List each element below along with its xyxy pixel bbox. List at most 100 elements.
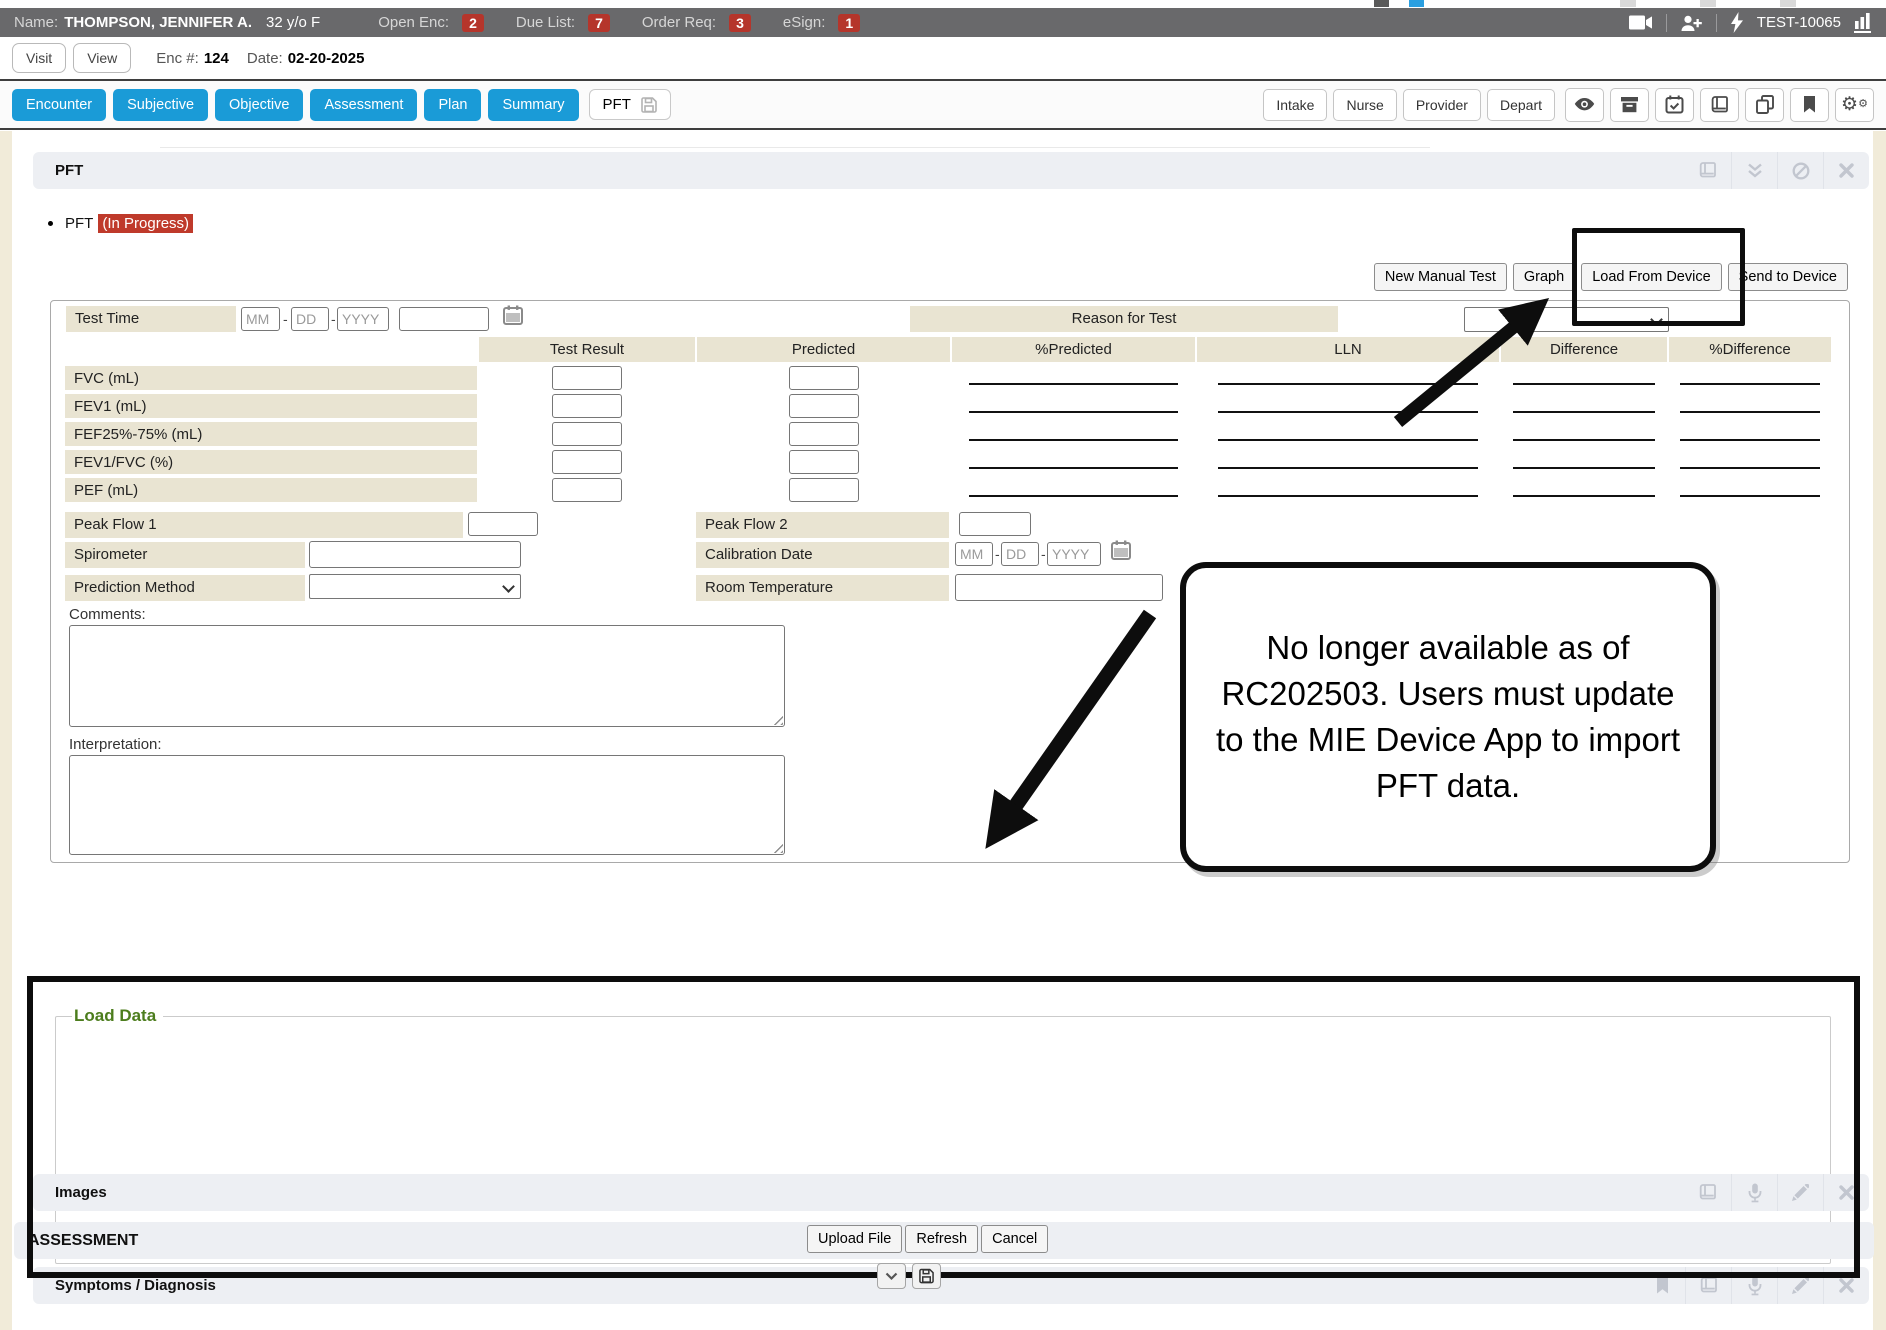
bookmark-icon[interactable] bbox=[1639, 1267, 1685, 1304]
graph-button[interactable]: Graph bbox=[1513, 263, 1575, 291]
interpretation-textarea[interactable] bbox=[70, 756, 784, 854]
gear-icon[interactable]: ⚙⚙ bbox=[1835, 88, 1874, 122]
peak-flow-1-input[interactable] bbox=[468, 512, 538, 536]
nav-tab-encounter[interactable]: Encounter bbox=[12, 89, 106, 121]
nav-tab-plan[interactable]: Plan bbox=[424, 89, 481, 121]
view-button[interactable]: View bbox=[73, 43, 131, 73]
lightning-icon[interactable] bbox=[1730, 12, 1744, 33]
test-time-dd-input[interactable] bbox=[291, 307, 329, 331]
enc-label: Enc #: bbox=[156, 50, 199, 67]
page-margin-left bbox=[0, 131, 12, 1330]
edit-pencil-icon[interactable] bbox=[1777, 1267, 1823, 1304]
nav-tab-summary[interactable]: Summary bbox=[488, 89, 578, 121]
bookmark-icon[interactable] bbox=[1790, 88, 1829, 122]
pft-table-header: Test ResultPredicted%PredictedLLNDiffere… bbox=[65, 337, 1831, 362]
prediction-method-select[interactable] bbox=[309, 574, 521, 599]
fev1-ml-percent-difference-line bbox=[1680, 411, 1819, 413]
fvc-ml-predicted-input[interactable] bbox=[789, 366, 859, 390]
microphone-icon[interactable] bbox=[1731, 1174, 1777, 1211]
spirometer-input[interactable] bbox=[309, 541, 521, 568]
fef25-75-ml-predicted-input[interactable] bbox=[789, 422, 859, 446]
fev1-ml-difference-line bbox=[1513, 411, 1656, 413]
column-header-predicted: Predicted bbox=[697, 337, 950, 362]
counter-badge[interactable]: 2 bbox=[462, 14, 484, 32]
journal-icon[interactable] bbox=[1685, 1267, 1731, 1304]
test-time-time-input[interactable] bbox=[399, 307, 489, 331]
patient-name: THOMPSON, JENNIFER A. bbox=[64, 14, 252, 31]
microphone-icon[interactable] bbox=[1731, 1267, 1777, 1304]
fev1-fvc-test-result-input[interactable] bbox=[552, 450, 622, 474]
calibration-yyyy-input[interactable] bbox=[1047, 542, 1101, 566]
calendar-icon[interactable] bbox=[1111, 540, 1131, 560]
person-add-icon[interactable] bbox=[1680, 14, 1703, 32]
fvc-ml-test-result-input[interactable] bbox=[552, 366, 622, 390]
counter-order-req: Order Req:3 bbox=[642, 14, 751, 32]
patient-age-sex: 32 y/o F bbox=[266, 14, 320, 31]
fev1-fvc-predicted-input[interactable] bbox=[789, 450, 859, 474]
cancel-button[interactable]: Cancel bbox=[981, 1225, 1048, 1253]
eye-icon[interactable] bbox=[1565, 88, 1604, 122]
pft-status-item[interactable]: PFT (In Progress) bbox=[48, 214, 193, 233]
edit-pencil-icon[interactable] bbox=[1777, 1174, 1823, 1211]
comments-label: Comments: bbox=[69, 606, 146, 623]
browser-tab-fragment bbox=[1374, 0, 1389, 7]
close-icon[interactable] bbox=[1823, 1267, 1869, 1304]
counter-badge[interactable]: 1 bbox=[838, 14, 860, 32]
disable-circle-icon[interactable] bbox=[1777, 152, 1823, 189]
save-icon[interactable] bbox=[641, 97, 657, 113]
pef-ml-test-result-input[interactable] bbox=[552, 478, 622, 502]
bar-chart-icon[interactable] bbox=[1854, 12, 1872, 33]
reason-for-test-label: Reason for Test bbox=[910, 306, 1338, 332]
test-time-yyyy-input[interactable] bbox=[337, 307, 389, 331]
pef-ml-lln-line bbox=[1218, 495, 1478, 497]
fef25-75-ml-test-result-input[interactable] bbox=[552, 422, 622, 446]
provider-button[interactable]: Provider bbox=[1403, 89, 1481, 121]
collapse-double-chevron-icon[interactable] bbox=[1731, 152, 1777, 189]
nav-tab-assessment[interactable]: Assessment bbox=[310, 89, 417, 121]
date-dash: - bbox=[283, 311, 288, 327]
annotation-callout: No longer available as of RC202503. User… bbox=[1180, 562, 1716, 872]
fev1-fvc-percent-predicted-line bbox=[969, 467, 1178, 469]
journal-icon[interactable] bbox=[1685, 1174, 1731, 1211]
comments-textarea[interactable] bbox=[70, 626, 784, 726]
video-camera-icon[interactable] bbox=[1629, 14, 1653, 31]
tab-pft[interactable]: PFT bbox=[589, 89, 671, 120]
calendar-check-icon[interactable] bbox=[1655, 88, 1694, 122]
copy-icon[interactable] bbox=[1745, 88, 1784, 122]
archive-icon[interactable] bbox=[1610, 88, 1649, 122]
journal-icon[interactable] bbox=[1685, 152, 1731, 189]
nav-right: IntakeNurseProviderDepart ⚙⚙ bbox=[1263, 88, 1874, 122]
close-icon[interactable] bbox=[1823, 1174, 1869, 1211]
test-time-mm-input[interactable] bbox=[241, 307, 280, 331]
fev1-ml-test-result-input[interactable] bbox=[552, 394, 622, 418]
calibration-mm-input[interactable] bbox=[955, 542, 993, 566]
pef-ml-predicted-input[interactable] bbox=[789, 478, 859, 502]
save-icon[interactable] bbox=[912, 1263, 941, 1289]
reason-for-test-select[interactable] bbox=[1464, 307, 1669, 332]
counter-label: Due List: bbox=[516, 14, 575, 31]
room-temperature-input[interactable] bbox=[955, 574, 1163, 601]
calendar-icon[interactable] bbox=[503, 305, 523, 325]
row-label-fev1-ml: FEV1 (mL) bbox=[65, 394, 477, 418]
upload-file-button[interactable]: Upload File bbox=[807, 1225, 902, 1253]
nav-tab-objective[interactable]: Objective bbox=[215, 89, 303, 121]
visit-button[interactable]: Visit bbox=[12, 43, 66, 73]
counter-badge[interactable]: 3 bbox=[729, 14, 751, 32]
intake-button[interactable]: Intake bbox=[1263, 89, 1327, 121]
fef25-75-ml-lln-line bbox=[1218, 439, 1478, 441]
journal-icon[interactable] bbox=[1700, 88, 1739, 122]
calibration-dd-input[interactable] bbox=[1001, 542, 1039, 566]
refresh-button[interactable]: Refresh bbox=[905, 1225, 978, 1253]
load-from-device-button[interactable]: Load From Device bbox=[1581, 263, 1721, 291]
peak-flow-2-input[interactable] bbox=[959, 512, 1031, 536]
nurse-button[interactable]: Nurse bbox=[1333, 89, 1396, 121]
load-data-legend: Load Data bbox=[72, 1006, 163, 1026]
chevron-down-icon[interactable] bbox=[877, 1263, 906, 1289]
fev1-ml-predicted-input[interactable] bbox=[789, 394, 859, 418]
close-icon[interactable] bbox=[1823, 152, 1869, 189]
new-manual-test-button[interactable]: New Manual Test bbox=[1374, 263, 1507, 291]
counter-badge[interactable]: 7 bbox=[588, 14, 610, 32]
send-to-device-button[interactable]: Send to Device bbox=[1728, 263, 1848, 291]
nav-tab-subjective[interactable]: Subjective bbox=[113, 89, 208, 121]
depart-button[interactable]: Depart bbox=[1487, 89, 1555, 121]
